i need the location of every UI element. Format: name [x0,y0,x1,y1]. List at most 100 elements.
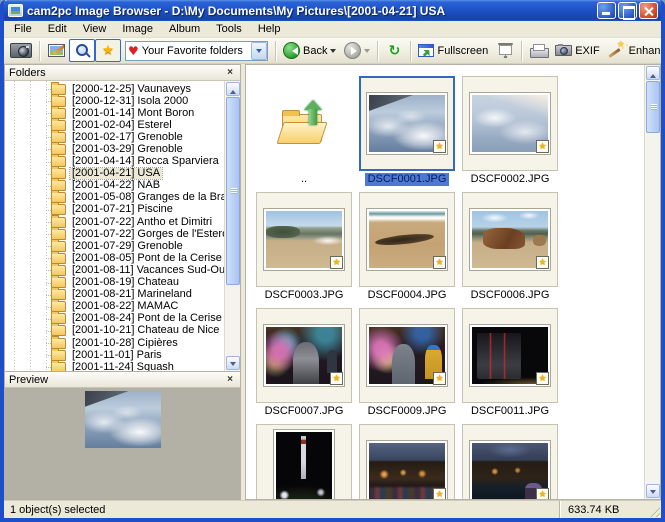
scroll-down-icon[interactable] [646,484,660,498]
print-button[interactable] [525,39,551,62]
folder-tree: [2000-12-25] Vaunaveys[2000-12-31] Isola… [5,81,224,371]
scrollbar-thumb[interactable] [226,97,240,285]
thumbnail-cell[interactable]: ★ [359,424,455,500]
folder-tree-item[interactable]: [2001-08-19] Chateau [5,277,224,289]
back-button[interactable]: Back [279,39,340,62]
minimize-button[interactable] [597,2,616,19]
folder-tree-item[interactable]: [2001-10-28] Cipières [5,337,224,349]
acquire-button[interactable] [6,39,36,62]
thumbnail-label[interactable]: DSCF0006.JPG [468,289,553,302]
folder-tree-item[interactable]: [2001-02-17] Grenoble [5,131,224,143]
favorite-star-badge: ★ [536,488,549,500]
folder-tree-item[interactable]: [2001-03-29] Grenoble [5,143,224,155]
favorites-button[interactable]: ★ [95,39,121,62]
folder-tree-item[interactable]: [2001-07-22] Antho et Dimitri [5,216,224,228]
thumbnail[interactable]: ★ [462,424,558,500]
thumbnail[interactable]: ★ [462,308,558,403]
forward-dropdown-caret[interactable] [364,49,370,56]
parent-folder-cell[interactable]: .. [256,76,352,186]
thumbnail[interactable]: ★ [256,192,352,287]
folder-tree-item[interactable]: [2001-08-21] Marineland [5,289,224,301]
thumbnail[interactable]: ★ [359,308,455,403]
folder-tree-item[interactable]: [2001-11-24] Squash [5,361,224,371]
scroll-up-icon[interactable] [646,66,660,80]
folder-tree-item[interactable]: [2001-02-04] Esterel [5,119,224,131]
folder-tree-item[interactable]: [2001-04-14] Rocca Sparviera [5,156,224,168]
folder-tree-item[interactable]: [2001-04-22] NAB [5,180,224,192]
thumbnail-label[interactable]: DSCF0007.JPG [262,405,347,418]
fullscreen-button[interactable]: Fullscreen [414,39,492,62]
folder-tree-item[interactable]: [2001-07-22] Gorges de l'Esteron [5,228,224,240]
thumbnail-label[interactable]: DSCF0004.JPG [365,289,450,302]
menu-album[interactable]: Album [161,22,208,36]
folder-tree-item[interactable]: [2001-08-11] Vacances Sud-Ouest [5,264,224,276]
thumbnail[interactable]: ★ [359,192,455,287]
thumbnail[interactable]: ★ [359,424,455,500]
thumbnail-cell[interactable]: ★ DSCF0006.JPG [462,192,558,302]
preview-panel-title: Preview [9,374,224,386]
thumbnail-cell[interactable]: ★ DSCF0002.JPG [462,76,558,186]
refresh-button[interactable]: ↻ [381,39,407,62]
thumbnail[interactable]: ★ [359,76,455,171]
close-button[interactable] [639,2,658,19]
folder-tree-item[interactable]: [2001-01-14] Mont Boron [5,107,224,119]
folder-tree-item[interactable]: [2001-10-21] Chateau de Nice [5,325,224,337]
thumbnail-label[interactable]: DSCF0001.JPG [365,173,450,186]
close-panel-icon[interactable]: × [224,67,236,78]
folder-tree-item[interactable]: [2001-08-24] Pont de la Cerise [5,313,224,325]
thumbnail-label[interactable]: DSCF0003.JPG [262,289,347,302]
menu-file[interactable]: File [6,22,40,36]
back-dropdown-caret[interactable] [330,49,336,56]
forward-button[interactable] [340,39,374,62]
menu-edit[interactable]: Edit [40,22,75,36]
scrollbar-thumb[interactable] [646,81,660,133]
thumbnail-cell[interactable] [256,424,352,500]
browse-mode-button[interactable] [69,39,95,62]
folder-tree-item[interactable]: [2000-12-31] Isola 2000 [5,95,224,107]
thumbnail-label[interactable]: DSCF0011.JPG [468,405,552,418]
image-edit-button[interactable] [43,39,69,62]
folder-tree-item[interactable]: [2000-12-25] Vaunaveys [5,83,224,95]
folder-tree-item[interactable]: [2001-11-01] Paris [5,349,224,361]
thumbnail-cell[interactable]: ★ DSCF0011.JPG [462,308,558,418]
thumbnail-cell[interactable]: ★ DSCF0003.JPG [256,192,352,302]
slideshow-button[interactable] [492,39,518,62]
folder-tree-item[interactable]: [2001-08-05] Pont de la Cerise [5,252,224,264]
menu-image[interactable]: Image [114,22,161,36]
scroll-down-icon[interactable] [226,356,240,370]
enhance-button[interactable]: ★ Enhance [604,39,661,62]
toolbar-separator [521,41,522,61]
thumbnail-label[interactable]: DSCF0002.JPG [468,173,553,186]
folder-icon [51,84,66,95]
thumbnail[interactable] [256,424,352,500]
folders-scrollbar[interactable] [224,81,240,371]
maximize-button[interactable] [618,2,637,19]
thumbnail-cell[interactable]: ★ DSCF0009.JPG [359,308,455,418]
close-panel-icon[interactable]: × [224,374,236,385]
folder-tree-item[interactable]: [2001-07-21] Piscine [5,204,224,216]
thumbnails-scrollbar[interactable] [644,65,660,499]
thumbnail[interactable]: ★ [462,76,558,171]
folder-tree-item[interactable]: [2001-07-29] Grenoble [5,240,224,252]
thumbnail[interactable]: ★ [462,192,558,287]
thumbnail[interactable]: ★ [256,308,352,403]
thumbnail-cell[interactable]: ★ DSCF0001.JPG [359,76,455,186]
folder-tree-item[interactable]: [2001-08-22] MAMAC [5,301,224,313]
favorites-combo[interactable]: ♥ Your Favorite folders [125,41,268,61]
thumbnail-cell[interactable]: ★ DSCF0007.JPG [256,308,352,418]
thumbnail-cell[interactable]: ★ DSCF0004.JPG [359,192,455,302]
menu-tools[interactable]: Tools [208,22,250,36]
folder-tree-item[interactable]: [2001-05-08] Granges de la Brasque [5,192,224,204]
up-folder-icon[interactable] [256,76,352,171]
thumbnail-label[interactable]: DSCF0009.JPG [365,405,450,418]
menu-help[interactable]: Help [250,22,289,36]
menu-view[interactable]: View [75,22,115,36]
folder-tree-item[interactable]: [2001-04-21] USA [5,168,224,180]
exif-button[interactable]: EXIF [551,39,603,62]
scroll-up-icon[interactable] [226,82,240,96]
combo-dropdown-button[interactable] [251,42,267,60]
titlebar: cam2pc Image Browser - D:\My Documents\M… [4,0,661,21]
thumbnail-label[interactable]: .. [298,173,310,186]
status-bar: 1 object(s) selected 633.74 KB [4,500,661,518]
thumbnail-cell[interactable]: ★ [462,424,558,500]
